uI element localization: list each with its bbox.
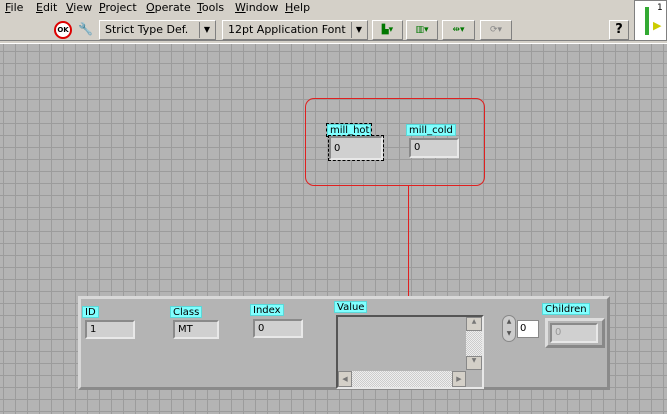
mill-cold-control[interactable]: 0 <box>409 138 459 158</box>
distribute-objects-button[interactable]: ▥▾ <box>406 20 438 40</box>
menu-help[interactable]: Help <box>285 1 310 14</box>
resize-objects-button[interactable]: ⇹▾ <box>442 20 475 40</box>
menu-tools[interactable]: Tools <box>197 1 224 14</box>
scroll-right-icon[interactable]: ▶ <box>452 371 466 387</box>
vertical-scrollbar[interactable]: ▲ ▼ <box>466 317 482 370</box>
chevron-down-icon: ▼ <box>351 22 366 38</box>
wrench-icon[interactable]: 🔧 <box>78 22 93 38</box>
children-array: 0 <box>545 318 605 348</box>
mill-hot-label[interactable]: mill_hot <box>326 123 372 137</box>
menu-bar: File Edit View Project Operate Tools Win… <box>0 0 634 16</box>
class-label: Class <box>170 306 203 318</box>
reorder-button[interactable]: ⟳▾ <box>480 20 512 40</box>
font-value: 12pt Application Font <box>228 23 346 36</box>
index-field[interactable]: 0 <box>253 319 303 338</box>
menu-file[interactable]: File <box>5 1 23 14</box>
context-help-button[interactable]: ? <box>609 20 629 40</box>
id-label: ID <box>82 306 99 318</box>
value-listbox[interactable]: ▲ ▼ ◀ ▶ <box>336 315 484 389</box>
menu-project[interactable]: Project <box>99 1 137 14</box>
id-field[interactable]: 1 <box>85 320 135 339</box>
mill-hot-control[interactable]: 0 <box>328 135 384 161</box>
align-objects-button[interactable]: ▙▾ <box>372 20 403 40</box>
children-label: Children <box>542 303 590 315</box>
children-element[interactable]: 0 <box>550 323 598 343</box>
array-index-field[interactable]: 0 <box>517 320 539 338</box>
font-dropdown[interactable]: 12pt Application Font ▼ <box>222 20 368 40</box>
scroll-down-icon[interactable]: ▼ <box>466 356 482 370</box>
value-label: Value <box>334 301 368 313</box>
scroll-left-icon[interactable]: ◀ <box>338 371 352 387</box>
slider-glyph-icon <box>645 7 649 35</box>
menu-edit[interactable]: Edit <box>36 1 57 14</box>
typedef-value: Strict Type Def. <box>105 23 189 36</box>
scroll-up-icon[interactable]: ▲ <box>466 317 482 331</box>
arrow-glyph-icon: ▶ <box>653 19 662 32</box>
vi-icon-number: 1 <box>657 3 663 13</box>
index-label: Index <box>250 304 284 316</box>
broken-run-ok-icon[interactable]: OK <box>54 21 72 39</box>
menu-window[interactable]: Window <box>235 1 278 14</box>
horizontal-scrollbar[interactable]: ◀ ▶ <box>338 371 466 387</box>
vi-icon[interactable]: 1 ▶ <box>634 0 667 41</box>
chevron-down-icon: ▼ <box>199 22 214 38</box>
typedef-dropdown[interactable]: Strict Type Def. ▼ <box>99 20 216 40</box>
menu-view[interactable]: View <box>66 1 92 14</box>
menu-operate[interactable]: Operate <box>146 1 191 14</box>
class-field[interactable]: MT <box>173 320 219 339</box>
mill-cold-label: mill_cold <box>406 124 456 136</box>
array-index-spinner[interactable]: ▲ ▼ <box>502 315 516 342</box>
